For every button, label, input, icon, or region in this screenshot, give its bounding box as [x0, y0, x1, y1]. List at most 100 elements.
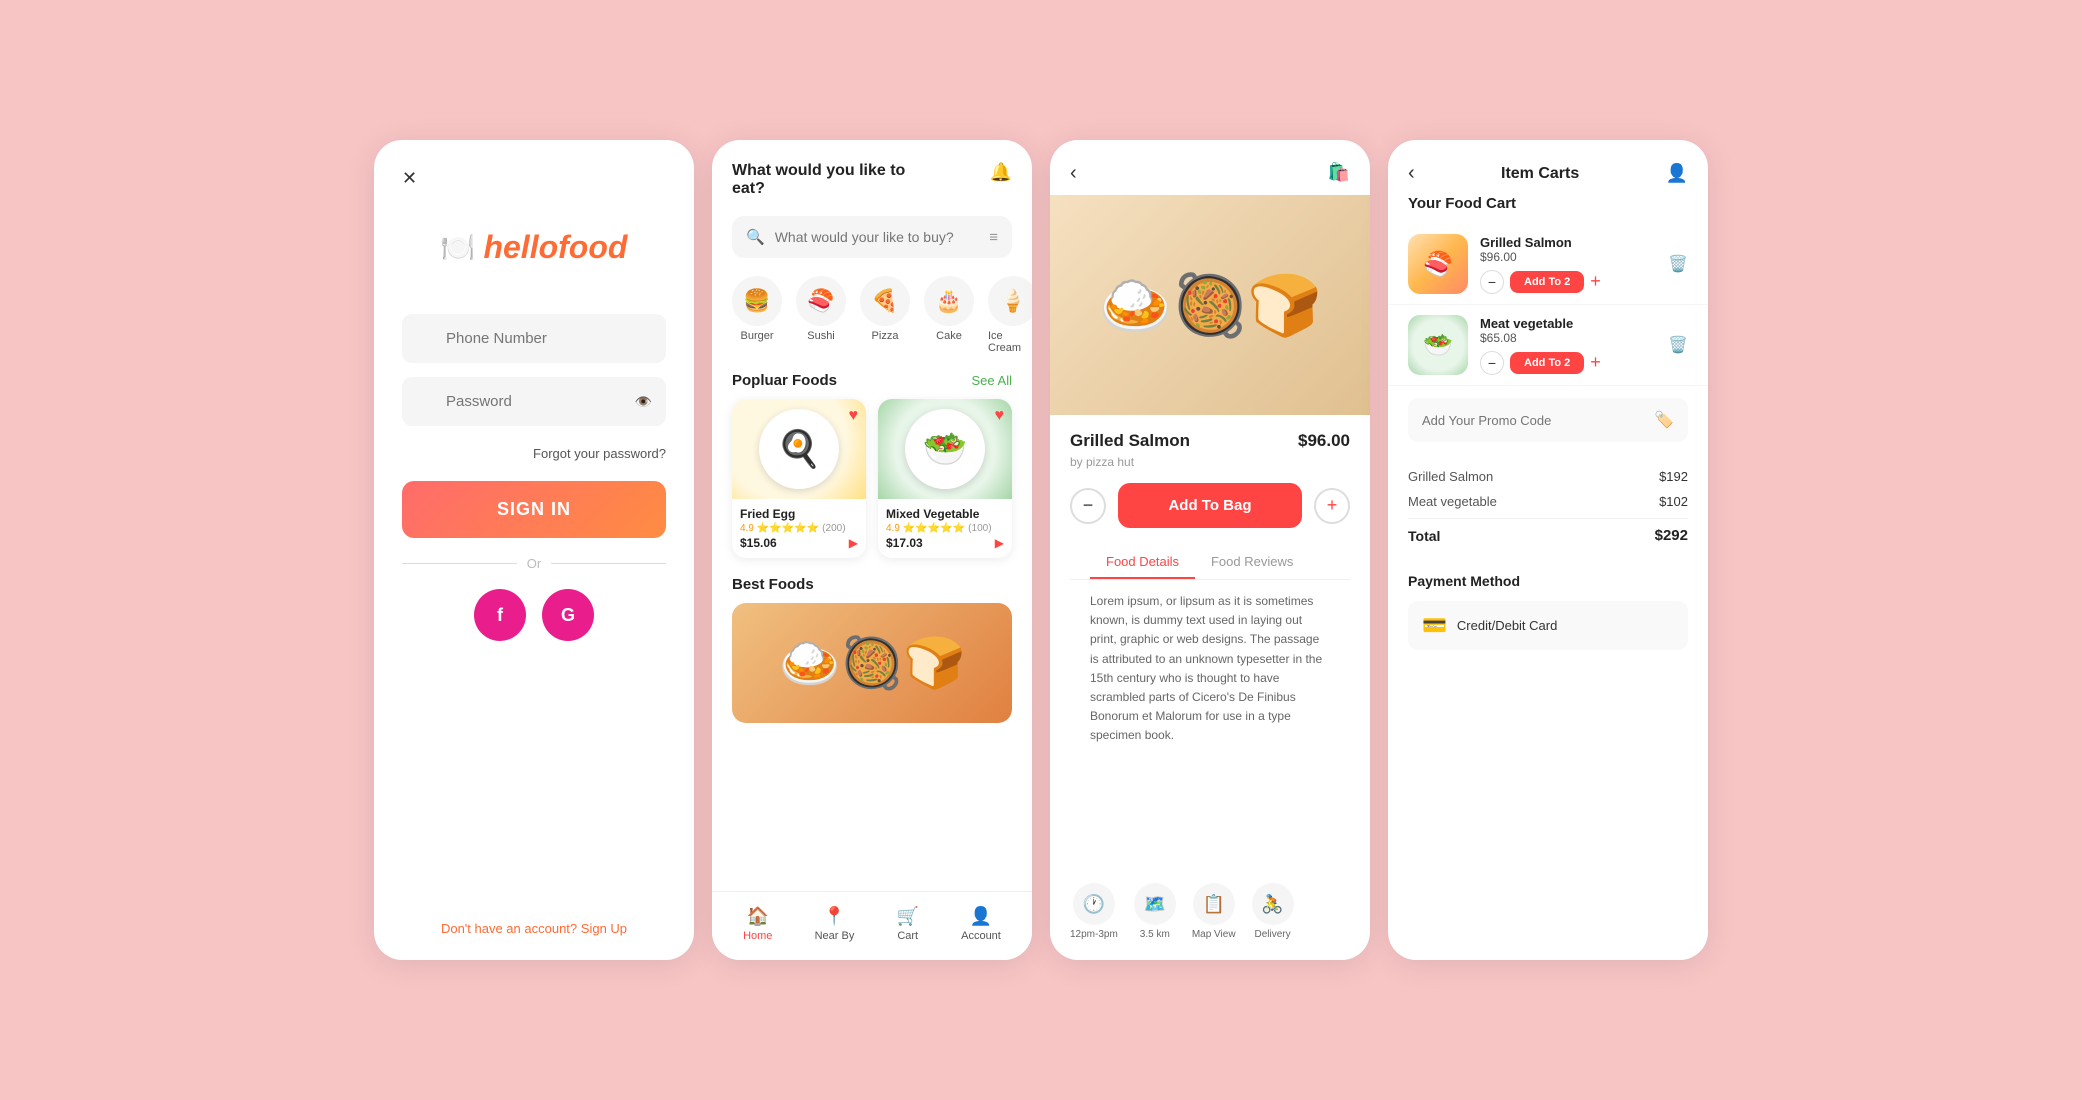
meat-veg-minus-button[interactable]: −: [1480, 351, 1504, 375]
salmon-plus-button[interactable]: +: [1590, 271, 1601, 292]
category-pizza[interactable]: 🍕 Pizza: [860, 276, 910, 354]
salmon-price: $96.00: [1480, 250, 1656, 264]
fried-egg-rating: 4.9 ⭐⭐⭐⭐⭐ (200): [740, 523, 858, 534]
fried-egg-dish: 🍳: [759, 409, 839, 489]
food-detail-name: Grilled Salmon: [1070, 431, 1190, 451]
logo-icon: 🍽️: [441, 231, 476, 264]
account-label: Account: [961, 930, 1001, 942]
nav-cart[interactable]: 🛒 Cart: [897, 906, 919, 942]
food-description: Lorem ipsum, or lipsum as it is sometime…: [1070, 592, 1350, 746]
food-detail-price: $96.00: [1298, 431, 1350, 451]
fried-egg-price: $15.06: [740, 536, 777, 550]
chip-time: 🕐 12pm-3pm: [1070, 883, 1118, 940]
chip-map[interactable]: 📋 Map View: [1192, 883, 1236, 940]
profile-icon[interactable]: 👤: [1666, 163, 1688, 184]
distance-icon: 🗺️: [1134, 883, 1176, 925]
signup-section: Don't have an account? Sign Up: [402, 921, 666, 936]
see-all-link[interactable]: See All: [972, 373, 1012, 388]
quantity-minus-button[interactable]: −: [1070, 488, 1106, 524]
best-foods-title: Best Foods: [732, 576, 814, 593]
nav-nearby[interactable]: 📍 Near By: [815, 906, 855, 942]
heart-icon-1[interactable]: ♥: [849, 407, 859, 425]
forgot-password-link[interactable]: Forgot your password?: [402, 446, 666, 461]
salmon-name: Grilled Salmon: [1480, 235, 1656, 250]
salmon-add-button[interactable]: Add To 2: [1510, 271, 1584, 293]
shopping-bag-icon[interactable]: 🛍️: [1328, 162, 1350, 185]
popular-header: Popluar Foods See All: [712, 364, 1032, 399]
meat-veg-delete-button[interactable]: 🗑️: [1668, 335, 1688, 355]
cart-section-title: Your Food Cart: [1388, 195, 1708, 224]
home-label: Home: [743, 930, 772, 942]
logo-text: hellofood: [483, 229, 627, 266]
promo-tag-icon: 🏷️: [1654, 410, 1674, 430]
food-card-mixed-veg[interactable]: 🥗 ♥ Mixed Vegetable 4.9 ⭐⭐⭐⭐⭐ (100) $17.…: [878, 399, 1012, 558]
mixed-veg-arrow[interactable]: ▶: [995, 536, 1004, 550]
category-cake[interactable]: 🎂 Cake: [924, 276, 974, 354]
burger-emoji: 🍔: [732, 276, 782, 326]
cake-emoji: 🎂: [924, 276, 974, 326]
mixed-veg-name: Mixed Vegetable: [886, 507, 1004, 521]
cart-back-button[interactable]: ‹: [1408, 162, 1415, 185]
detail-header: ‹ 🛍️: [1050, 140, 1370, 185]
cake-label: Cake: [936, 330, 962, 342]
signup-link[interactable]: Sign Up: [581, 921, 627, 936]
tab-food-details[interactable]: Food Details: [1090, 544, 1195, 579]
phone-input[interactable]: [402, 314, 666, 363]
fried-egg-arrow[interactable]: ▶: [849, 536, 858, 550]
facebook-button[interactable]: f: [474, 589, 526, 641]
category-icecream[interactable]: 🍦 Ice Cream: [988, 276, 1032, 354]
payment-title: Payment Method: [1408, 573, 1688, 589]
google-button[interactable]: G: [542, 589, 594, 641]
logo-food: food: [558, 229, 627, 265]
heart-icon-2[interactable]: ♥: [995, 407, 1005, 425]
password-input[interactable]: [402, 377, 666, 426]
meat-veg-image: 🥗: [1408, 315, 1468, 375]
nav-home[interactable]: 🏠 Home: [743, 906, 772, 942]
account-icon: 👤: [970, 906, 992, 927]
meat-veg-plus-button[interactable]: +: [1590, 352, 1601, 373]
bell-icon[interactable]: 🔔: [990, 162, 1012, 183]
tab-food-reviews[interactable]: Food Reviews: [1195, 544, 1309, 579]
signin-button[interactable]: SIGN IN: [402, 481, 666, 538]
password-input-group: 🔒 👁️: [402, 377, 666, 426]
fried-egg-price-row: $15.06 ▶: [740, 536, 858, 550]
mixed-veg-image: 🥗 ♥: [878, 399, 1012, 499]
pizza-emoji: 🍕: [860, 276, 910, 326]
chip-distance: 🗺️ 3.5 km: [1134, 883, 1176, 940]
home-icon: 🏠: [747, 906, 769, 927]
salmon-controls: − Add To 2 +: [1480, 270, 1656, 294]
eye-icon[interactable]: 👁️: [635, 393, 652, 410]
nearby-label: Near By: [815, 930, 855, 942]
signup-text: Don't have an account?: [441, 921, 577, 936]
category-burger[interactable]: 🍔 Burger: [732, 276, 782, 354]
close-button[interactable]: ✕: [402, 168, 666, 189]
meat-veg-add-button[interactable]: Add To 2: [1510, 352, 1584, 374]
popular-title: Popluar Foods: [732, 372, 837, 389]
distance-label: 3.5 km: [1140, 929, 1170, 940]
summary-salmon-value: $192: [1659, 469, 1688, 484]
salmon-delete-button[interactable]: 🗑️: [1668, 254, 1688, 274]
cart-header: ‹ Item Carts 👤: [1388, 140, 1708, 195]
detail-tabs: Food Details Food Reviews: [1070, 544, 1350, 580]
promo-code-input[interactable]: [1422, 413, 1654, 428]
icecream-label: Ice Cream: [988, 330, 1032, 354]
summary-meat-label: Meat vegetable: [1408, 494, 1497, 509]
fried-egg-info: Fried Egg 4.9 ⭐⭐⭐⭐⭐ (200) $15.06 ▶: [732, 499, 866, 558]
quantity-plus-button[interactable]: +: [1314, 488, 1350, 524]
add-to-bag-button[interactable]: Add To Bag: [1118, 483, 1302, 528]
phone-input-group: 📱: [402, 314, 666, 363]
search-bar: 🔍 ≡: [732, 216, 1012, 258]
back-button[interactable]: ‹: [1070, 162, 1077, 185]
food-card-fried-egg[interactable]: 🍳 ♥ Fried Egg 4.9 ⭐⭐⭐⭐⭐ (200) $15.06 ▶: [732, 399, 866, 558]
payment-method[interactable]: 💳 Credit/Debit Card: [1408, 601, 1688, 650]
search-input[interactable]: [775, 229, 980, 245]
map-icon: 📋: [1193, 883, 1235, 925]
salmon-minus-button[interactable]: −: [1480, 270, 1504, 294]
filter-icon[interactable]: ≡: [989, 229, 998, 246]
nearby-icon: 📍: [823, 906, 845, 927]
nav-account[interactable]: 👤 Account: [961, 906, 1001, 942]
food-by: by pizza hut: [1070, 455, 1350, 469]
category-sushi[interactable]: 🍣 Sushi: [796, 276, 846, 354]
salmon-details: Grilled Salmon $96.00 − Add To 2 +: [1480, 235, 1656, 294]
mixed-veg-price-row: $17.03 ▶: [886, 536, 1004, 550]
